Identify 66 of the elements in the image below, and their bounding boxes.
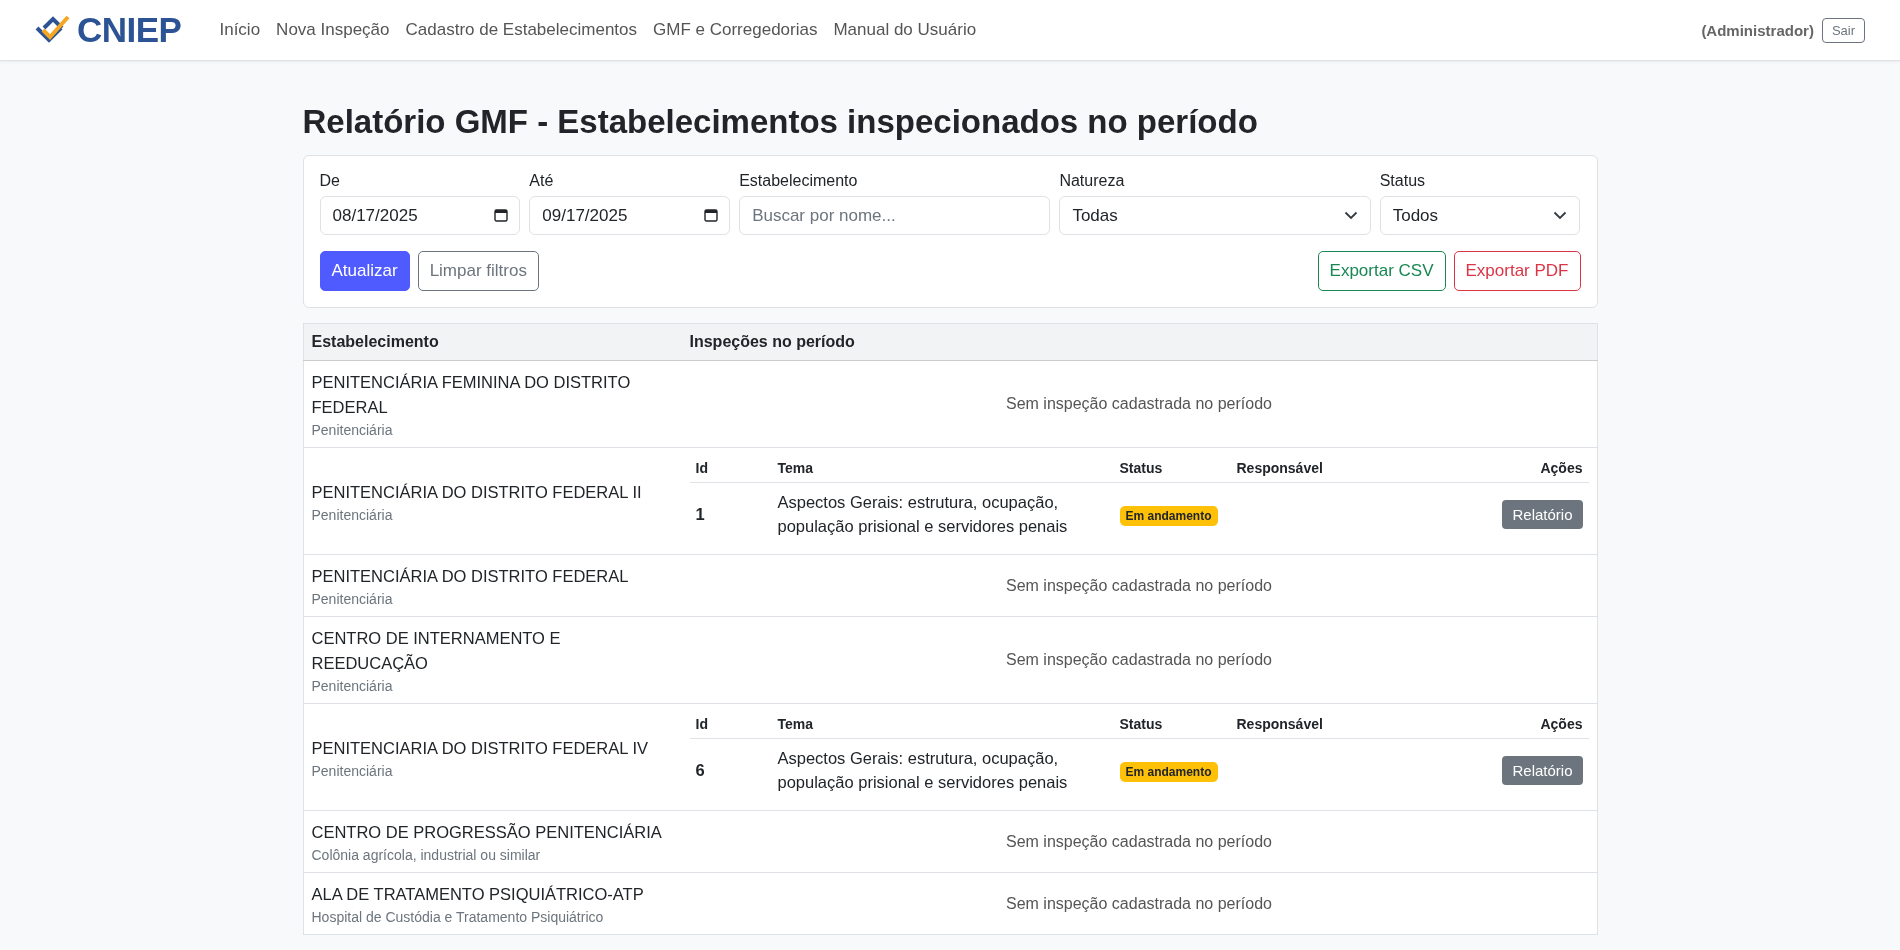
- field-label: Natureza: [1059, 172, 1126, 190]
- empty-message: Sem inspeção cadastrada no período: [1005, 651, 1273, 669]
- select-field[interactable]: Todas: [1059, 196, 1371, 235]
- column-header: Estabelecimento: [311, 333, 439, 350]
- theme-cell-text: Aspectos Gerais: estrutura, ocupação, população prisional e servidores penais: [777, 748, 1069, 793]
- export-pdf-button[interactable]: Exportar PDF: [1453, 251, 1581, 291]
- empty-message: Sem inspeção cadastrada no período: [1005, 395, 1273, 413]
- column-header: Status: [1119, 716, 1163, 732]
- establishment-type: Penitenciária: [311, 591, 394, 607]
- nav-link[interactable]: GMF e Corregedorias: [653, 20, 818, 40]
- column-header: Ações: [1540, 716, 1583, 732]
- establishment-name: CENTRO DE INTERNAMENTO E REEDUCAÇÃO: [311, 628, 562, 674]
- select-field[interactable]: Todos: [1379, 196, 1581, 235]
- id-cell: 1: [695, 504, 705, 523]
- theme-cell-text: Aspectos Gerais: estrutura, ocupação, população prisional e servidores penais: [777, 492, 1069, 537]
- field-label: Estabelecimento: [739, 172, 859, 190]
- establishment-name: ALA DE TRATAMENTO PSIQUIÁTRICO-ATP: [311, 884, 645, 905]
- establishment-type: Penitenciária: [311, 506, 394, 523]
- chevron-down-icon: [1553, 211, 1568, 220]
- establishment-name: PENITENCIÁRIA DO DISTRITO FEDERAL II: [311, 481, 643, 503]
- establishment-name: CENTRO DE PROGRESSÃO PENITENCIÁRIA: [311, 822, 663, 843]
- column-header: Id: [695, 460, 708, 476]
- page-title: Relatório GMF - Estabelecimentos inspecionados no período: [302, 103, 1259, 141]
- calendar-icon: [494, 208, 509, 222]
- column-header: Status: [1119, 460, 1163, 476]
- nav-link[interactable]: Manual do Usuário: [833, 20, 977, 40]
- id-cell: 6: [695, 760, 705, 779]
- column-header: Tema: [777, 716, 814, 732]
- establishment-name: PENITENCIÁRIA DO DISTRITO FEDERAL: [311, 566, 630, 587]
- update-button[interactable]: Atualizar: [319, 251, 410, 291]
- user-role: (Administrador): [1701, 21, 1814, 39]
- establishment-type: Penitenciária: [311, 678, 394, 694]
- field-label: Até: [529, 172, 555, 190]
- column-header: Ações: [1540, 460, 1583, 476]
- nav-link[interactable]: Cadastro de Estabelecimentos: [405, 20, 638, 40]
- chevron-down-icon: [1343, 211, 1358, 220]
- field-label: Status: [1379, 172, 1427, 190]
- establishment-type: Penitenciária: [311, 762, 394, 779]
- logo-text[interactable]: CNIEP: [77, 10, 182, 50]
- nav-link[interactable]: Início: [219, 20, 261, 40]
- establishment-name: PENITENCIARIA DO DISTRITO FEDERAL IV: [311, 737, 649, 759]
- empty-message: Sem inspeção cadastrada no período: [1005, 894, 1273, 913]
- establishment-name: PENITENCIÁRIA FEMININA DO DISTRITO FEDERAL: [311, 372, 632, 418]
- column-header: Responsável: [1236, 716, 1323, 732]
- column-header: Tema: [777, 460, 814, 476]
- field-label: De: [319, 172, 341, 190]
- report-button[interactable]: Relatório: [1502, 755, 1583, 785]
- empty-message: Sem inspeção cadastrada no período: [1005, 832, 1273, 851]
- date-field[interactable]: 09/17/2025: [529, 196, 731, 235]
- empty-message: Sem inspeção cadastrada no período: [1005, 576, 1273, 595]
- report-button[interactable]: Relatório: [1502, 499, 1583, 529]
- logout-button[interactable]: Sair: [1821, 17, 1865, 43]
- establishment-type: Hospital de Custódia e Tratamento Psiquiátrico: [311, 909, 605, 925]
- export-csv-button[interactable]: Exportar CSV: [1317, 251, 1446, 291]
- column-header: Id: [695, 716, 708, 732]
- clear-filters-button[interactable]: Limpar filtros: [417, 251, 539, 291]
- column-header: Inspeções no período: [689, 333, 855, 350]
- status-badge: Em andamento: [1119, 505, 1218, 526]
- establishment-type: Penitenciária: [311, 422, 394, 438]
- establishment-type: Colônia agrícola, industrial ou similar: [311, 847, 542, 863]
- status-badge: Em andamento: [1119, 761, 1218, 782]
- nav-link[interactable]: Nova Inspeção: [276, 20, 390, 40]
- date-field[interactable]: 08/17/2025: [319, 196, 521, 235]
- column-header: Responsável: [1236, 460, 1323, 476]
- search-field[interactable]: Buscar por nome...: [739, 196, 1051, 235]
- calendar-icon: [704, 208, 719, 222]
